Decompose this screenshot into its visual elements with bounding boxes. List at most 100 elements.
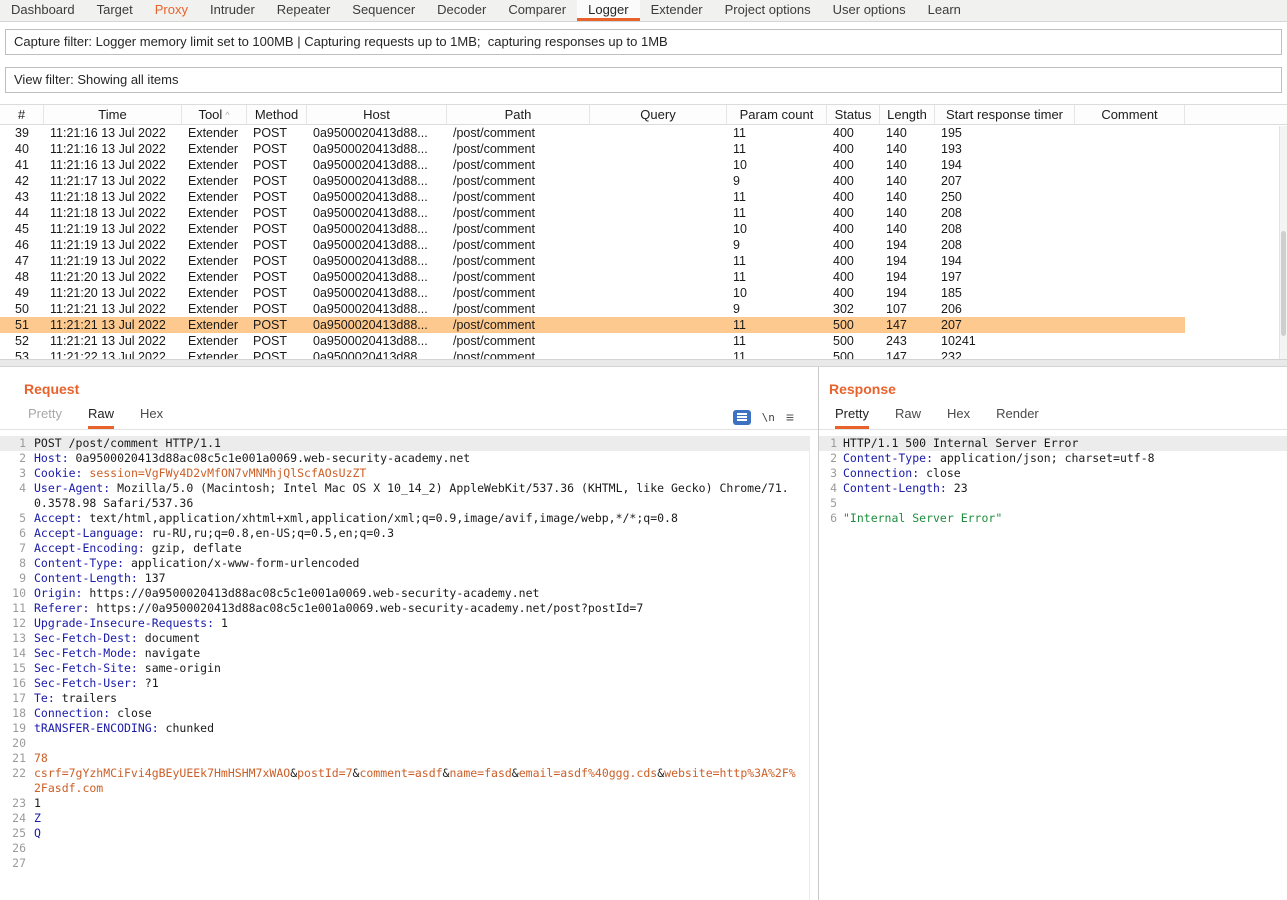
cell: 140 — [880, 157, 935, 173]
table-row[interactable]: 4211:21:17 13 Jul 2022ExtenderPOST0a9500… — [0, 173, 1287, 189]
cell: 51 — [0, 317, 44, 333]
editor-line: 9Content-Length: 137 — [0, 571, 809, 586]
cell: Extender — [182, 141, 247, 157]
line-content: Content-Type: application/x-www-form-url… — [34, 556, 809, 571]
column-header-path[interactable]: Path — [447, 105, 590, 124]
table-row[interactable]: 5011:21:21 13 Jul 2022ExtenderPOST0a9500… — [0, 301, 1287, 317]
cell: 10241 — [935, 333, 1075, 349]
tab-extender[interactable]: Extender — [640, 0, 714, 21]
cell: 11 — [727, 253, 827, 269]
tab-logger[interactable]: Logger — [577, 0, 639, 21]
table-row[interactable]: 4611:21:19 13 Jul 2022ExtenderPOST0a9500… — [0, 237, 1287, 253]
tab-pretty[interactable]: Pretty — [835, 406, 869, 429]
cell: 11:21:20 13 Jul 2022 — [44, 269, 182, 285]
cell-filler — [1185, 301, 1287, 317]
cell: 140 — [880, 205, 935, 221]
line-content: Accept: text/html,application/xhtml+xml,… — [34, 511, 809, 526]
cell: 45 — [0, 221, 44, 237]
line-number: 4 — [819, 481, 843, 496]
cell: 50 — [0, 301, 44, 317]
cell: 11:21:19 13 Jul 2022 — [44, 221, 182, 237]
table-vertical-scrollbar[interactable] — [1279, 126, 1287, 359]
tab-comparer[interactable]: Comparer — [497, 0, 577, 21]
tab-render[interactable]: Render — [996, 406, 1039, 429]
table-row[interactable]: 4711:21:19 13 Jul 2022ExtenderPOST0a9500… — [0, 253, 1287, 269]
editor-line: 3Cookie: session=VgFWy4D2vMfON7vMNMhjQlS… — [0, 466, 809, 481]
tab-hex[interactable]: Hex — [140, 406, 163, 429]
cell: /post/comment — [447, 317, 590, 333]
tab-target[interactable]: Target — [86, 0, 144, 21]
cell — [590, 221, 727, 237]
tab-learn[interactable]: Learn — [917, 0, 972, 21]
column-header-param-count[interactable]: Param count — [727, 105, 827, 124]
table-row[interactable]: 4511:21:19 13 Jul 2022ExtenderPOST0a9500… — [0, 221, 1287, 237]
table-row[interactable]: 4411:21:18 13 Jul 2022ExtenderPOST0a9500… — [0, 205, 1287, 221]
scrollbar-thumb[interactable] — [1281, 231, 1286, 336]
newline-toggle-button[interactable]: \n — [762, 411, 775, 424]
tab-proxy[interactable]: Proxy — [144, 0, 199, 21]
horizontal-splitter[interactable] — [0, 359, 1287, 367]
line-content: Upgrade-Insecure-Requests: 1 — [34, 616, 809, 631]
column-header-status[interactable]: Status — [827, 105, 880, 124]
cell-filler — [1185, 253, 1287, 269]
tab-sequencer[interactable]: Sequencer — [341, 0, 426, 21]
editor-menu-icon[interactable]: ≡ — [786, 409, 794, 425]
table-row[interactable]: 3911:21:16 13 Jul 2022ExtenderPOST0a9500… — [0, 125, 1287, 141]
cell — [590, 269, 727, 285]
cell: 207 — [935, 317, 1075, 333]
column-header-method[interactable]: Method — [247, 105, 307, 124]
burp-logger-window: DashboardTargetProxyIntruderRepeaterSequ… — [0, 0, 1287, 900]
cell — [590, 253, 727, 269]
inspector-icon[interactable] — [733, 410, 751, 425]
cell: Extender — [182, 237, 247, 253]
line-content: User-Agent: Mozilla/5.0 (Macintosh; Inte… — [34, 481, 809, 511]
cell: Extender — [182, 285, 247, 301]
tab-dashboard[interactable]: Dashboard — [0, 0, 86, 21]
column-header-query[interactable]: Query — [590, 105, 727, 124]
cell: /post/comment — [447, 157, 590, 173]
line-number: 6 — [819, 511, 843, 526]
table-row[interactable]: 4011:21:16 13 Jul 2022ExtenderPOST0a9500… — [0, 141, 1287, 157]
table-row[interactable]: 4811:21:20 13 Jul 2022ExtenderPOST0a9500… — [0, 269, 1287, 285]
cell: 400 — [827, 253, 880, 269]
cell: 11:21:19 13 Jul 2022 — [44, 253, 182, 269]
tab-user-options[interactable]: User options — [822, 0, 917, 21]
line-content: Origin: https://0a9500020413d88ac08c5c1e… — [34, 586, 809, 601]
column-header-num[interactable]: # — [0, 105, 44, 124]
table-row[interactable]: 4311:21:18 13 Jul 2022ExtenderPOST0a9500… — [0, 189, 1287, 205]
tab-raw[interactable]: Raw — [88, 406, 114, 429]
tab-project-options[interactable]: Project options — [714, 0, 822, 21]
cell: 0a9500020413d88... — [307, 253, 447, 269]
editor-line: 15Sec-Fetch-Site: same-origin — [0, 661, 809, 676]
cell: /post/comment — [447, 205, 590, 221]
tab-raw[interactable]: Raw — [895, 406, 921, 429]
tab-intruder[interactable]: Intruder — [199, 0, 266, 21]
column-header-host[interactable]: Host — [307, 105, 447, 124]
column-header-time[interactable]: Time — [44, 105, 182, 124]
request-editor[interactable]: 1POST /post/comment HTTP/1.12Host: 0a950… — [0, 436, 810, 900]
column-header-length[interactable]: Length — [880, 105, 935, 124]
tab-hex[interactable]: Hex — [947, 406, 970, 429]
line-number: 15 — [0, 661, 34, 676]
view-filter-bar[interactable]: View filter: Showing all items — [5, 67, 1282, 93]
column-header-tool[interactable]: Tool^ — [182, 105, 247, 124]
column-header-comment[interactable]: Comment — [1075, 105, 1185, 124]
response-editor[interactable]: 1HTTP/1.1 500 Internal Server Error2Cont… — [819, 436, 1287, 900]
capture-filter-bar[interactable]: Capture filter: Logger memory limit set … — [5, 29, 1282, 55]
cell: 194 — [935, 253, 1075, 269]
table-row-selected[interactable]: 5111:21:21 13 Jul 2022ExtenderPOST0a9500… — [0, 317, 1287, 333]
line-number: 2 — [819, 451, 843, 466]
cell-filler — [1185, 157, 1287, 173]
table-row[interactable]: 5211:21:21 13 Jul 2022ExtenderPOST0a9500… — [0, 333, 1287, 349]
cell: 11 — [727, 269, 827, 285]
cell — [590, 301, 727, 317]
line-content: 1 — [34, 796, 809, 811]
table-row[interactable]: 5311:21:22 13 Jul 2022ExtenderPOST0a9500… — [0, 349, 1287, 359]
tab-decoder[interactable]: Decoder — [426, 0, 497, 21]
column-header-start-response-timer[interactable]: Start response timer — [935, 105, 1075, 124]
tab-repeater[interactable]: Repeater — [266, 0, 341, 21]
tab-pretty[interactable]: Pretty — [28, 406, 62, 429]
cell: 400 — [827, 205, 880, 221]
table-row[interactable]: 4111:21:16 13 Jul 2022ExtenderPOST0a9500… — [0, 157, 1287, 173]
table-row[interactable]: 4911:21:20 13 Jul 2022ExtenderPOST0a9500… — [0, 285, 1287, 301]
